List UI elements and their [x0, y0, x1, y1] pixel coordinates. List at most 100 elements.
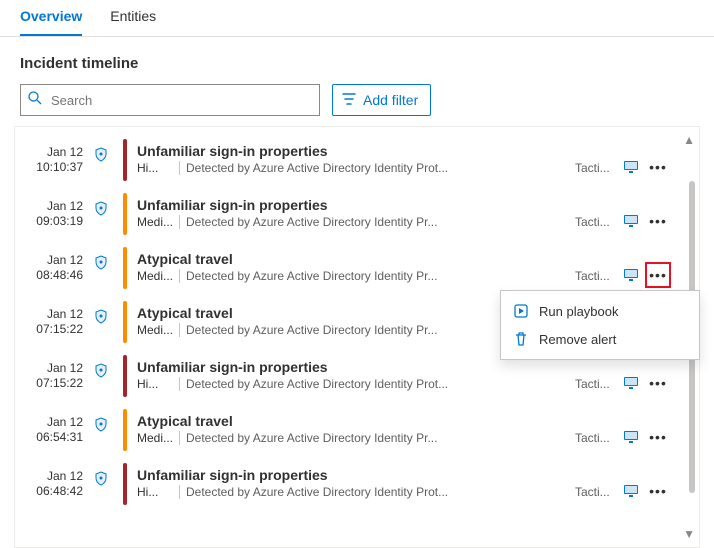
alert-title: Unfamiliar sign-in properties	[137, 359, 613, 375]
severity-text: Medi...	[137, 269, 173, 283]
tactics-text: Tacti...	[575, 161, 613, 175]
alert-content: Atypical travelMedi...Detected by Azure …	[137, 247, 613, 289]
timestamp: Jan 1210:10:37	[27, 139, 83, 181]
filter-icon	[341, 91, 357, 110]
severity-bar	[123, 355, 127, 397]
meta-divider	[179, 215, 180, 229]
date-label: Jan 12	[27, 361, 83, 376]
timestamp: Jan 1207:15:22	[27, 301, 83, 343]
timeline-row[interactable]: Jan 1209:03:19 Unfamiliar sign-in propert…	[15, 187, 677, 241]
shield-icon	[93, 355, 113, 397]
host-icon	[623, 160, 639, 174]
shield-icon	[93, 463, 113, 505]
time-label: 10:10:37	[27, 160, 83, 175]
section-title: Incident timeline	[0, 37, 714, 84]
timeline-row[interactable]: Jan 1206:48:42 Unfamiliar sign-in propert…	[15, 457, 677, 511]
more-actions-button[interactable]: •••	[647, 480, 669, 502]
menu-remove-alert-label: Remove alert	[539, 332, 616, 347]
row-actions: •••	[623, 463, 669, 505]
detected-by: Detected by Azure Active Directory Ident…	[186, 431, 569, 445]
add-filter-button[interactable]: Add filter	[332, 84, 431, 116]
more-actions-button[interactable]: •••	[647, 156, 669, 178]
meta-divider	[179, 269, 180, 283]
severity-text: Hi...	[137, 485, 173, 499]
shield-icon	[93, 301, 113, 343]
severity-bar	[123, 463, 127, 505]
host-icon	[623, 268, 639, 282]
shield-icon	[93, 409, 113, 451]
alert-title: Atypical travel	[137, 251, 613, 267]
alert-title: Unfamiliar sign-in properties	[137, 197, 613, 213]
alert-title: Atypical travel	[137, 413, 613, 429]
add-filter-label: Add filter	[363, 92, 418, 108]
detected-by: Detected by Azure Active Directory Ident…	[186, 161, 569, 175]
tab-entities[interactable]: Entities	[110, 0, 156, 36]
menu-run-playbook[interactable]: Run playbook	[501, 297, 699, 325]
tab-overview[interactable]: Overview	[20, 0, 82, 36]
detected-by: Detected by Azure Active Directory Ident…	[186, 377, 569, 391]
time-label: 08:48:46	[27, 268, 83, 283]
time-label: 09:03:19	[27, 214, 83, 229]
severity-text: Medi...	[137, 323, 173, 337]
row-actions: •••	[623, 247, 669, 289]
alert-title: Unfamiliar sign-in properties	[137, 467, 613, 483]
trash-icon	[513, 331, 529, 347]
time-label: 06:48:42	[27, 484, 83, 499]
alert-content: Unfamiliar sign-in properties Hi... Detect…	[137, 463, 613, 505]
date-label: Jan 12	[27, 253, 83, 268]
timestamp: Jan 1206:54:31	[27, 409, 83, 451]
row-actions: •••	[623, 139, 669, 181]
tactics-text: Tacti...	[575, 269, 613, 283]
alert-meta: Medi... Detected by Azure Active Director…	[137, 215, 613, 229]
timeline-row[interactable]: Jan 1206:54:31 Atypical travel Medi... Dete…	[15, 403, 677, 457]
more-actions-button[interactable]: •••	[647, 372, 669, 394]
host-icon	[623, 430, 639, 444]
tactics-text: Tacti...	[575, 485, 613, 499]
timestamp: Jan 1208:48:46	[27, 247, 83, 289]
shield-icon	[93, 247, 113, 289]
severity-bar	[123, 301, 127, 343]
meta-divider	[179, 323, 180, 337]
alert-meta: Hi... Detected by Azure Active Directory …	[137, 161, 613, 175]
menu-run-playbook-label: Run playbook	[539, 304, 619, 319]
date-label: Jan 12	[27, 415, 83, 430]
search-input[interactable]	[49, 92, 313, 109]
detected-by: Detected by Azure Active Directory Ident…	[186, 485, 569, 499]
scroll-up-arrow[interactable]: ▲	[683, 133, 695, 147]
timeline-row[interactable]: Jan 1210:10:37Unfamiliar sign-in propert…	[15, 133, 677, 187]
severity-text: Medi...	[137, 215, 173, 229]
timeline-row[interactable]: Jan 1208:48:46Atypical travelMedi...Dete…	[15, 241, 677, 295]
severity-text: Medi...	[137, 431, 173, 445]
host-icon	[623, 484, 639, 498]
host-icon	[623, 214, 639, 228]
toolbar: Add filter	[0, 84, 714, 126]
time-label: 07:15:22	[27, 376, 83, 391]
playbook-icon	[513, 303, 529, 319]
date-label: Jan 12	[27, 145, 83, 160]
row-actions: •••	[623, 193, 669, 235]
severity-bar	[123, 139, 127, 181]
meta-divider	[179, 485, 180, 499]
tactics-text: Tacti...	[575, 215, 613, 229]
detected-by: Detected by Azure Active Directory Ident…	[186, 215, 569, 229]
row-actions: •••	[623, 409, 669, 451]
menu-remove-alert[interactable]: Remove alert	[501, 325, 699, 353]
timestamp: Jan 1206:48:42	[27, 463, 83, 505]
severity-text: Hi...	[137, 377, 173, 391]
more-actions-button[interactable]: •••	[647, 426, 669, 448]
tactics-text: Tacti...	[575, 377, 613, 391]
alert-meta: Medi... Detected by Azure Active Director…	[137, 431, 613, 445]
tab-strip: Overview Entities	[0, 0, 714, 37]
timestamp: Jan 1209:03:19	[27, 193, 83, 235]
date-label: Jan 12	[27, 199, 83, 214]
search-icon	[27, 90, 43, 111]
meta-divider	[179, 377, 180, 391]
more-actions-button[interactable]: •••	[647, 264, 669, 286]
shield-icon	[93, 193, 113, 235]
date-label: Jan 12	[27, 469, 83, 484]
scroll-down-arrow[interactable]: ▼	[683, 527, 695, 541]
alert-meta: Hi... Detected by Azure Active Directory …	[137, 377, 613, 391]
severity-text: Hi...	[137, 161, 173, 175]
search-box[interactable]	[20, 84, 320, 116]
more-actions-button[interactable]: •••	[647, 210, 669, 232]
